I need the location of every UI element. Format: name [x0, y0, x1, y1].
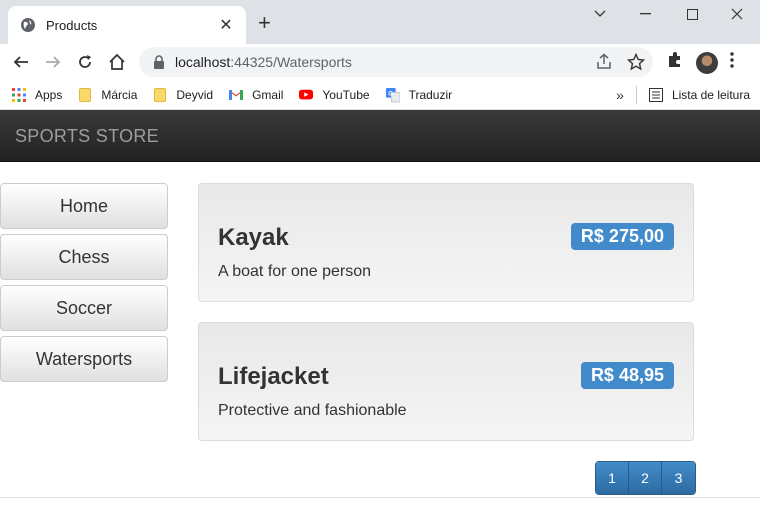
- extensions-puzzle-icon[interactable]: [666, 51, 684, 74]
- product-card: Lifejacket R$ 48,95 Protective and fashi…: [198, 322, 694, 441]
- svg-text:G: G: [388, 90, 393, 97]
- divider: [0, 497, 760, 498]
- bookmark-apps[interactable]: Apps: [12, 87, 63, 102]
- share-icon[interactable]: [595, 53, 613, 76]
- avatar[interactable]: [696, 51, 718, 74]
- translate-icon: G: [385, 87, 400, 102]
- gmail-icon: [229, 88, 244, 102]
- page-button-3[interactable]: 3: [662, 462, 695, 494]
- url-host: localhost: [175, 54, 231, 70]
- close-icon[interactable]: ✕: [218, 15, 234, 35]
- divider: [635, 86, 637, 104]
- browser-toolbar: localhost:44325/Watersports: [0, 44, 760, 80]
- category-soccer-button[interactable]: Soccer: [0, 285, 168, 331]
- forward-arrow-icon[interactable]: [43, 52, 63, 72]
- apps-grid-icon: [12, 87, 26, 102]
- new-tab-icon[interactable]: +: [258, 12, 271, 34]
- bookmark-label: Gmail: [252, 87, 284, 102]
- kebab-menu-icon[interactable]: [730, 52, 734, 73]
- star-icon[interactable]: [626, 52, 646, 76]
- reading-list-icon: [648, 88, 663, 102]
- product-name: Lifejacket: [218, 363, 329, 390]
- page-button-1[interactable]: 1: [596, 462, 629, 494]
- globe-icon: [21, 18, 35, 32]
- bookmark-label: Apps: [35, 87, 63, 102]
- reading-list-button[interactable]: Lista de leitura: [672, 88, 750, 102]
- bookmark-label: Márcia: [101, 87, 138, 102]
- maximize-icon[interactable]: [669, 5, 715, 23]
- bookmark-youtube[interactable]: YouTube: [299, 87, 370, 102]
- brand-logo[interactable]: SPORTS STORE: [15, 126, 159, 147]
- address-bar[interactable]: localhost:44325/Watersports: [139, 47, 653, 77]
- category-sidebar: Home Chess Soccer Watersports: [0, 183, 168, 387]
- home-icon[interactable]: [107, 52, 127, 72]
- bookmark-label: YouTube: [322, 87, 370, 102]
- youtube-icon: [299, 88, 314, 102]
- browser-tab[interactable]: Products ✕: [8, 6, 246, 44]
- back-arrow-icon[interactable]: [11, 52, 31, 72]
- bookmark-deyvid[interactable]: Deyvid: [153, 87, 214, 102]
- site-navbar: SPORTS STORE: [0, 110, 760, 162]
- bookmark-marcia[interactable]: Márcia: [78, 87, 138, 102]
- chevron-down-icon[interactable]: [577, 5, 623, 23]
- product-card: Kayak R$ 275,00 A boat for one person: [198, 183, 694, 302]
- folder-icon: [153, 87, 167, 102]
- minimize-icon[interactable]: [623, 5, 669, 23]
- price-badge: R$ 48,95: [580, 362, 674, 389]
- category-watersports-button[interactable]: Watersports: [0, 336, 168, 382]
- product-description: A boat for one person: [218, 263, 371, 280]
- page-button-2[interactable]: 2: [629, 462, 662, 494]
- product-description: Protective and fashionable: [218, 402, 407, 419]
- bookmark-label: Traduzir: [408, 87, 453, 102]
- window-close-icon[interactable]: [714, 5, 760, 23]
- pagination: 1 2 3: [595, 461, 696, 495]
- folder-icon: [78, 87, 92, 102]
- more-bookmarks-icon[interactable]: »: [616, 87, 624, 103]
- lock-icon: [154, 55, 164, 69]
- category-home-button[interactable]: Home: [0, 183, 168, 229]
- browser-tabstrip: Products ✕ +: [0, 0, 760, 44]
- category-chess-button[interactable]: Chess: [0, 234, 168, 280]
- price-badge: R$ 275,00: [570, 223, 674, 250]
- bookmark-label: Deyvid: [176, 87, 214, 102]
- url-path: :44325/Watersports: [230, 54, 352, 70]
- tab-title: Products: [46, 17, 98, 33]
- product-name: Kayak: [218, 224, 289, 251]
- bookmarks-bar: Apps Márcia Deyvid Gmail YouTube G Tradu…: [0, 80, 760, 110]
- reload-icon[interactable]: [75, 52, 95, 72]
- bookmark-traduzir[interactable]: G Traduzir: [385, 87, 453, 102]
- bookmark-gmail[interactable]: Gmail: [229, 88, 283, 102]
